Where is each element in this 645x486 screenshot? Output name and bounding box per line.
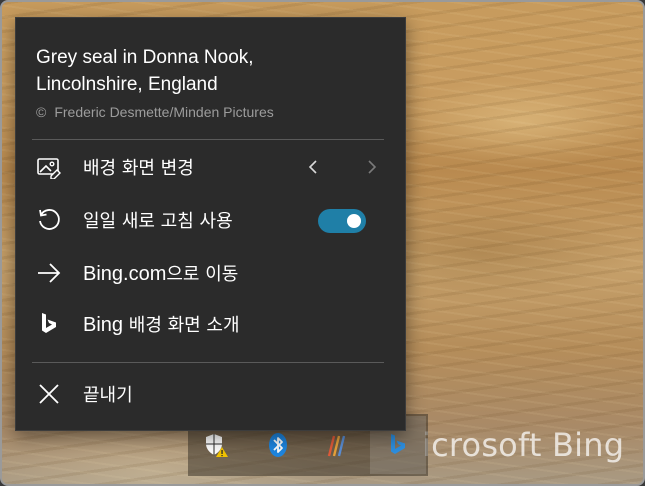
menu-item-label-ko: 으로 이동 xyxy=(166,264,239,285)
previous-wallpaper-button[interactable] xyxy=(301,155,325,179)
toggle-knob xyxy=(347,214,361,228)
menu-item-change-wallpaper[interactable]: 배경 화면 변경 xyxy=(16,145,405,189)
copyright-symbol: © xyxy=(36,104,47,120)
windows-security-warning-icon[interactable] xyxy=(201,430,231,460)
menu-item-about-bing-wallpaper[interactable]: Bing 배경 화면 소개 xyxy=(16,302,405,346)
menu-item-label: 배경 화면 변경 xyxy=(83,158,194,179)
menu-item-label: 일일 새로 고침 사용 xyxy=(83,211,233,232)
stylus-app-icon[interactable] xyxy=(322,430,352,460)
daily-refresh-toggle[interactable] xyxy=(318,209,366,233)
menu-item-label-ko: 배경 화면 소개 xyxy=(123,315,240,336)
arrow-right-icon xyxy=(36,260,62,286)
image-edit-icon xyxy=(36,154,62,180)
refresh-icon xyxy=(36,207,62,233)
menu-item-go-to-bing[interactable]: Bing.com으로 이동 xyxy=(16,251,405,295)
menu-item-label: Bing.com으로 이동 xyxy=(83,260,238,286)
menu-item-label: 끝내기 xyxy=(83,385,133,406)
bluetooth-icon[interactable] xyxy=(263,430,293,460)
bing-wallpaper-context-menu: Grey seal in Donna Nook, Lincolnshire, E… xyxy=(15,17,406,431)
menu-divider-top xyxy=(32,139,384,140)
menu-item-label: Bing 배경 화면 소개 xyxy=(83,311,240,337)
copyright-text: Frederic Desmette/Minden Pictures xyxy=(54,104,274,120)
wallpaper-brand-text: icrosoft Bing xyxy=(422,426,625,464)
wallpaper-caption-title[interactable]: Grey seal in Donna Nook, Lincolnshire, E… xyxy=(36,44,386,98)
close-icon xyxy=(36,381,62,407)
menu-item-exit[interactable]: 끝내기 xyxy=(16,372,405,416)
menu-item-label-en: Bing xyxy=(83,314,124,336)
caption-title-line1: Grey seal in Donna Nook, xyxy=(36,47,254,68)
desktop-wallpaper: icrosoft Bing Grey seal in Donna Nook, L… xyxy=(0,0,645,486)
menu-item-label-en: Bing.com xyxy=(83,263,167,285)
next-wallpaper-button[interactable] xyxy=(360,155,384,179)
wallpaper-copyright: © Frederic Desmette/Minden Pictures xyxy=(36,104,274,120)
menu-item-daily-refresh[interactable]: 일일 새로 고침 사용 xyxy=(16,198,405,242)
caption-title-line2: Lincolnshire, England xyxy=(36,74,218,95)
menu-divider-bottom xyxy=(32,362,384,363)
bing-logo-icon xyxy=(36,311,62,337)
